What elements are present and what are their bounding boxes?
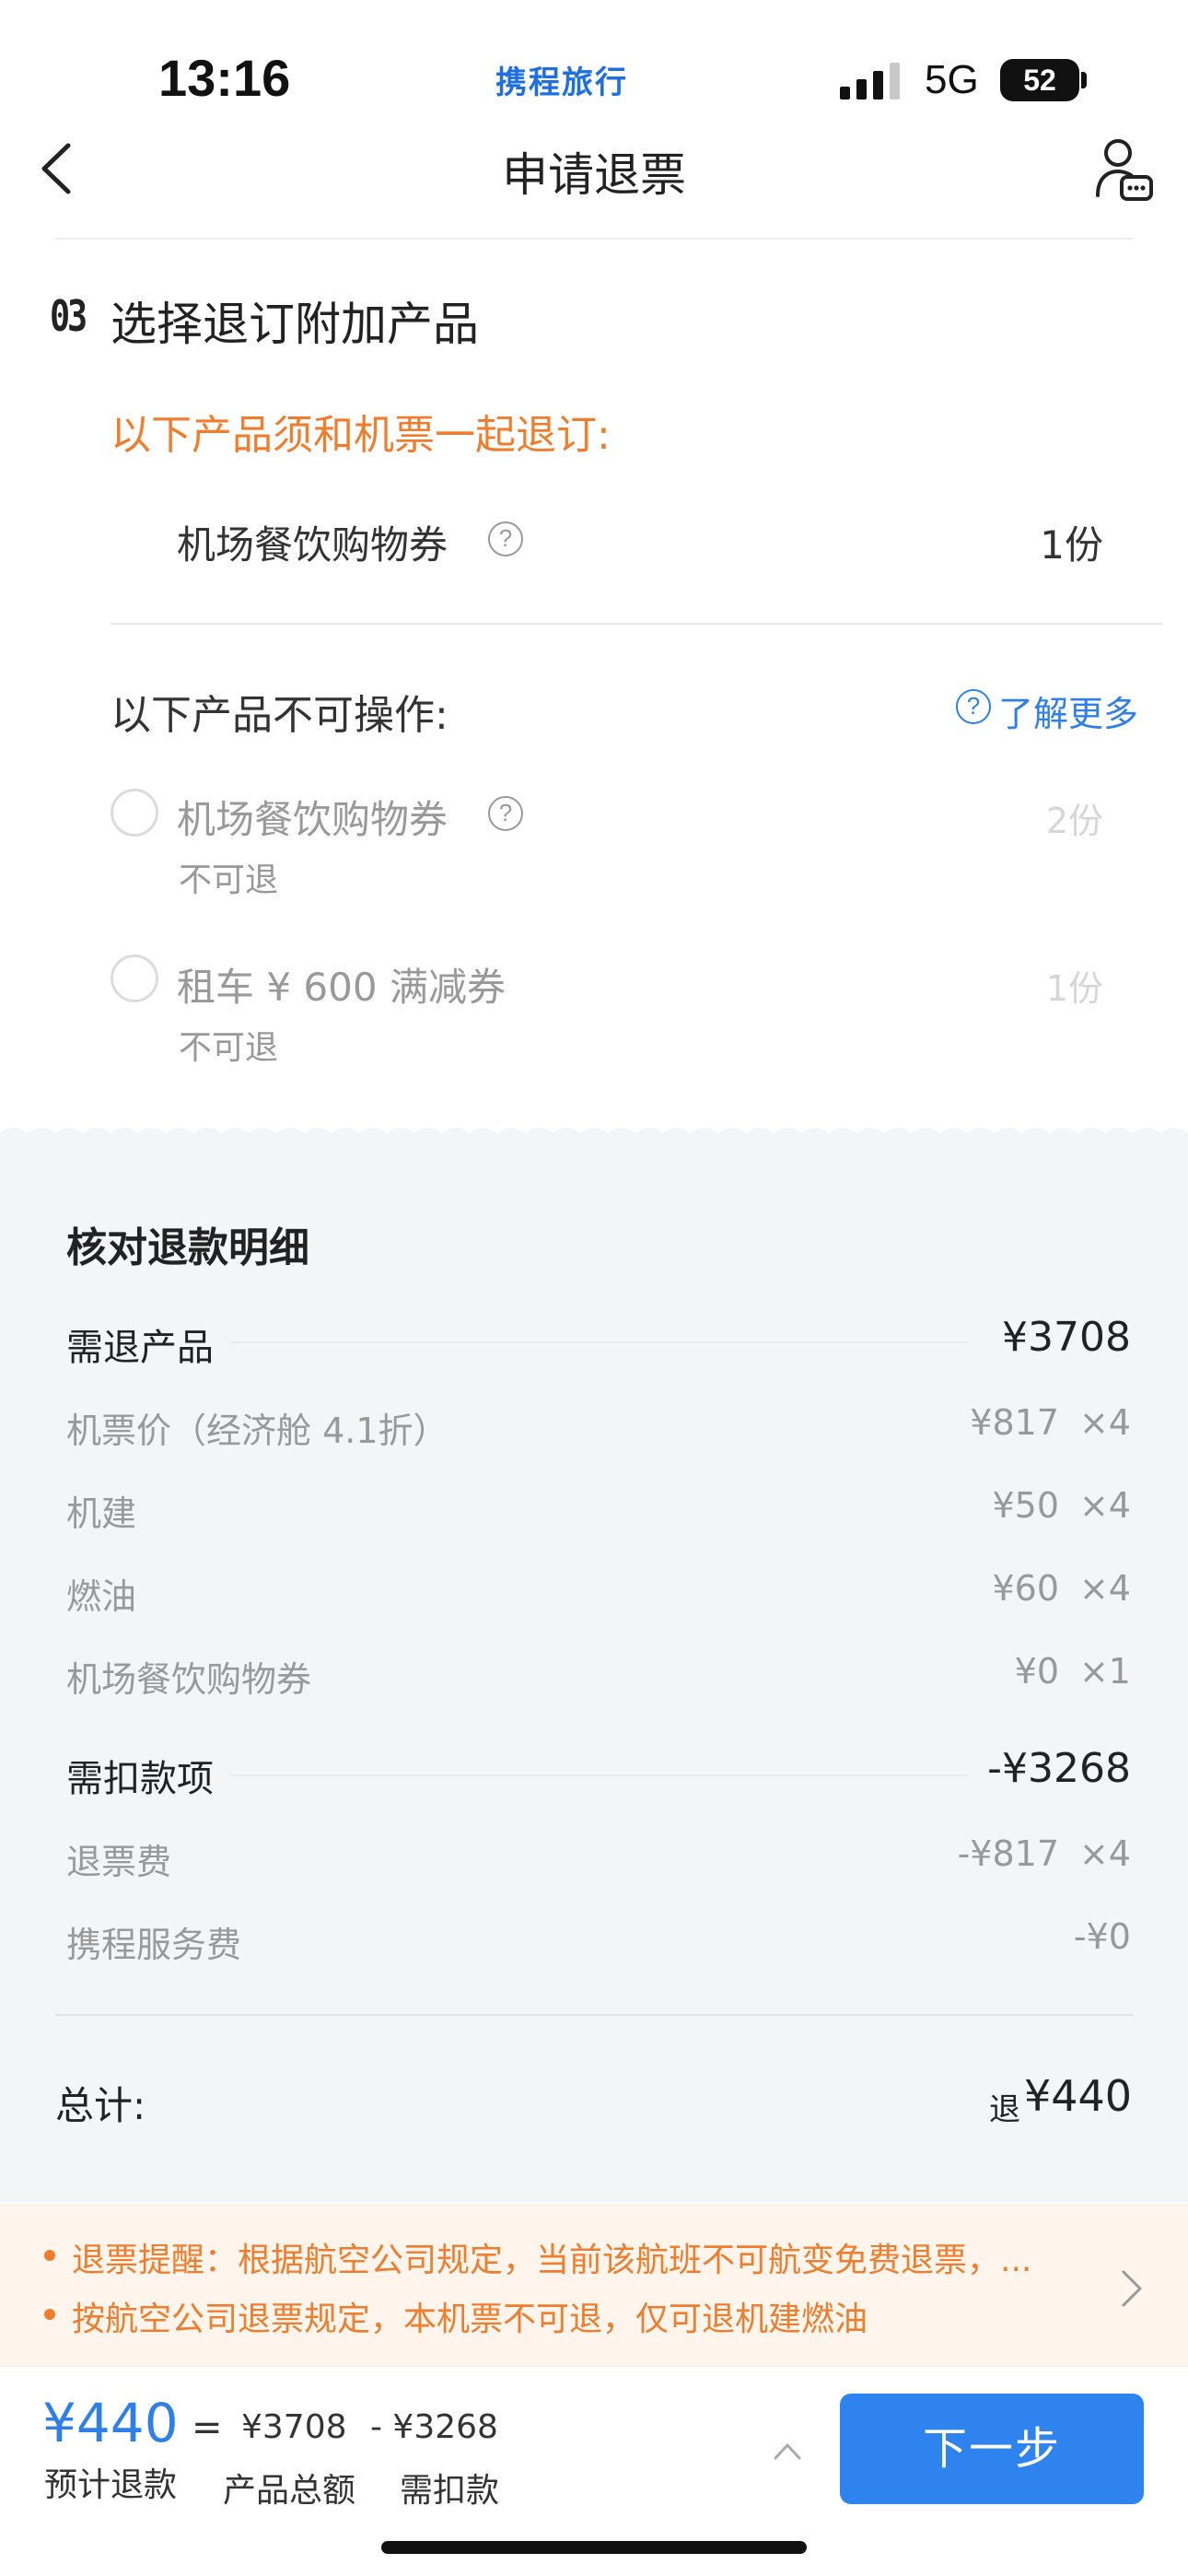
refund-notice[interactable] [0,2204,1188,2366]
refund-item-label: 燃油 [66,1576,137,1617]
disabled-item-sub: 不可退 [179,1029,279,1067]
bullet-dot [44,2309,55,2320]
equals-sign: = [192,2406,223,2449]
deductions-value: -¥3268 [987,1745,1131,1792]
wavy-edge [0,1128,1188,1144]
disabled-item-label: 机场餐饮购物券 [177,797,448,842]
must-item-label: 机场餐饮购物券 [177,522,448,568]
refund-item-label: 机票价（经济舱 4.1折） [66,1411,448,1451]
deduction-item-price: -¥0 [1073,1916,1131,1957]
notice-line-2: 按航空公司退票规定，本机票不可退，仅可退机建燃油 [72,2301,868,2338]
radio-unchecked [111,954,158,1002]
deduction-item-mult: ×4 [1078,1833,1131,1874]
radio-unchecked [111,789,158,837]
learn-more-link[interactable]: 了解更多 [998,685,1138,736]
total-divider [55,2014,1133,2016]
refund-item-label: 机建 [66,1493,137,1534]
refund-item-price: ¥0 [1014,1651,1059,1692]
refund-item-mult: ×4 [1078,1568,1131,1609]
deduction-item-label: 退票费 [66,1842,172,1882]
chevron-right-icon[interactable] [1120,2268,1144,2309]
network-type: 5G [925,57,979,102]
total-label: 总计: [55,2083,146,2128]
total-prefix: 退 [989,2091,1020,2128]
chevron-up-icon[interactable] [772,2440,803,2462]
details-title: 核对退款明细 [66,1224,309,1271]
disabled-item-qty: 1份 [1045,968,1103,1009]
help-icon[interactable]: ? [488,796,523,831]
noop-title: 以下产品不可操作: [111,692,448,739]
deduct-value: - ¥3268 [370,2408,498,2446]
refund-item-mult: ×4 [1078,1402,1131,1443]
nav-divider [55,238,1133,240]
bullet-dot [44,2250,55,2261]
refund-products-label: 需退产品 [66,1327,214,1369]
estimated-refund-value: ¥440 [42,2392,179,2454]
status-time: 13:16 [158,49,291,107]
section-title: 选择退订附加产品 [111,298,479,351]
leader-line [230,1774,967,1776]
disabled-item-qty: 2份 [1045,801,1103,841]
must-item-qty: 1份 [1040,522,1103,568]
leader-line [230,1341,967,1343]
refund-item-mult: ×1 [1078,1651,1131,1692]
notice-line-1: 退票提醒：根据航空公司规定，当前该航班不可航变免费退票，... [72,2242,1032,2279]
refund-item-label: 机场餐饮购物券 [66,1659,312,1700]
section-number: 03 [50,291,87,341]
section-divider [111,623,1162,625]
total-value: ¥440 [1024,2071,1133,2121]
home-indicator [381,2541,807,2554]
refund-item-price: ¥817 [970,1402,1059,1443]
disabled-item-sub: 不可退 [179,861,279,899]
deduction-item-price: -¥817 [957,1833,1059,1874]
deduct-label: 需扣款 [400,2472,500,2510]
next-step-button[interactable]: 下一步 [840,2394,1144,2504]
help-icon[interactable]: ? [488,521,523,556]
deduction-item-label: 携程服务费 [66,1925,242,1965]
estimated-refund-label: 预计退款 [44,2466,178,2504]
deductions-label: 需扣款项 [66,1758,214,1800]
refund-item-price: ¥50 [992,1485,1059,1526]
refund-products-value: ¥3708 [1002,1314,1131,1361]
page-title: 申请退票 [502,148,686,202]
product-total-value: ¥3708 [241,2408,347,2446]
refund-item-mult: ×4 [1078,1485,1131,1526]
product-total-label: 产品总额 [223,2472,356,2510]
signal-icon [840,63,900,100]
battery-icon: 52 [1000,59,1079,101]
brand-name: 携程旅行 [495,64,628,101]
help-circle-icon[interactable]: ? [956,689,991,724]
disabled-item-label: 租车 ¥ 600 满减券 [177,965,506,1010]
customer-service-icon[interactable] [1094,136,1155,203]
battery-tip [1081,72,1087,88]
refund-item-price: ¥60 [992,1568,1059,1609]
must-refund-title: 以下产品须和机票一起退订: [111,412,611,459]
